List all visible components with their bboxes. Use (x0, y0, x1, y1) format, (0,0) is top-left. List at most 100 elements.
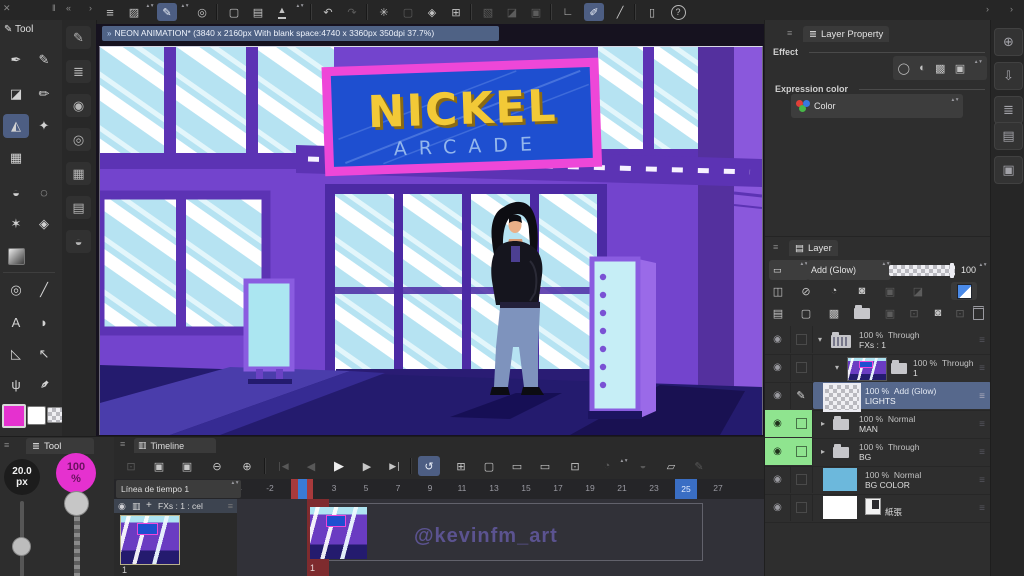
track-visibility-icon[interactable]: ◉ (118, 501, 126, 512)
layer-thumbnail[interactable] (823, 383, 861, 412)
collapse-arrow-icon[interactable]: ▾ (835, 363, 839, 372)
skip-to-end-button[interactable]: ▶∣ (384, 456, 406, 476)
opacity-slider-knob[interactable] (64, 491, 89, 516)
layer-thumbnail[interactable] (847, 357, 887, 381)
clip-studio-icon[interactable]: ◎ (192, 3, 212, 21)
help-button[interactable]: ? (668, 3, 688, 21)
frame-label-25[interactable]: 25 (675, 479, 697, 499)
cel-settings-button[interactable]: ⊡ (564, 456, 586, 476)
draft-checkbox[interactable] (790, 438, 813, 465)
transparent-color-swatch[interactable] (47, 407, 63, 423)
selection-shade-button[interactable]: ◪ (502, 3, 522, 21)
ruler-snap-button[interactable]: ╱ (610, 3, 630, 21)
tool-operation[interactable]: ↖ (31, 342, 57, 366)
expression-color-select[interactable]: Color ▴ ▾ (791, 94, 963, 118)
lock-layer-icon[interactable]: ◙ (853, 282, 871, 300)
tool-polyline[interactable]: ◺ (3, 342, 29, 366)
foreground-color-swatch[interactable] (2, 404, 26, 428)
frame-label-21[interactable]: 21 (606, 483, 638, 493)
chevron-updown-icon[interactable]: ▴ ▾ (979, 262, 987, 279)
canvas-artwork[interactable]: NICKEL NICKEL ARCADE (95, 46, 763, 435)
visibility-toggle[interactable]: ◉ (765, 466, 791, 493)
frame-label-13[interactable]: 13 (478, 483, 510, 493)
layer-color-icon[interactable]: ▣ (955, 62, 965, 75)
chevron-updown-icon[interactable]: ▴ ▾ (296, 3, 304, 20)
ruler-layer-icon[interactable]: ◪ (909, 282, 927, 300)
layer-menu-icon[interactable]: ≡ (979, 475, 985, 486)
new-timeline-button[interactable]: ▣ (148, 456, 170, 476)
close-icon[interactable]: ✕ (3, 3, 11, 14)
tool-auto-select[interactable]: ✶ (3, 212, 29, 236)
playback-start-marker[interactable] (298, 479, 307, 499)
tool-line[interactable]: ╱ (31, 278, 57, 302)
track-menu-icon[interactable]: ≡ (228, 501, 233, 511)
tool-eraser[interactable]: ◪ (3, 82, 29, 106)
chevron-updown-icon[interactable]: ▴ ▾ (146, 3, 154, 20)
layer-menu-icon[interactable]: ≡ (979, 335, 985, 346)
draft-checkbox[interactable] (790, 466, 813, 493)
new-raster-layer-button[interactable]: ▢ (797, 304, 815, 322)
canvas-preview-panel-icon[interactable]: ▣ (994, 156, 1023, 184)
canvas-icon[interactable]: ▨ (124, 3, 144, 21)
new-canvas-button[interactable]: ▢ (224, 3, 244, 21)
frame-label-9[interactable]: 9 (414, 483, 446, 493)
visibility-toggle[interactable]: ◉ (765, 382, 791, 409)
visibility-toggle[interactable]: ◉ (765, 410, 791, 437)
redo-button[interactable]: ↷ (342, 3, 362, 21)
new-folder-button[interactable] (853, 304, 871, 322)
zoom-in-button[interactable]: ⊕ (236, 456, 258, 476)
layer-menu-icon[interactable]: ≡ (979, 363, 985, 374)
animation-cels-panel-icon[interactable]: ▤ (66, 196, 91, 219)
new-layer-settings-button[interactable]: ▩ (825, 304, 843, 322)
tool-eyedropper[interactable]: ✒ (26, 366, 61, 401)
visibility-toggle[interactable]: ◉ (765, 354, 791, 381)
panel-menu-icon[interactable]: ≡ (787, 28, 792, 38)
draft-checkbox[interactable] (790, 326, 813, 353)
light-table-button[interactable]: ◒ (632, 456, 654, 476)
deselect-button[interactable]: ▢ (398, 3, 418, 21)
tool-balloon[interactable]: ◗ (31, 310, 57, 334)
visibility-toggle[interactable]: ◉ (765, 438, 791, 465)
layer-property-panel-icon[interactable]: ≣ (994, 96, 1023, 124)
merge-down-button[interactable]: ▣ (881, 304, 899, 322)
layer-opacity-value[interactable]: 100 (961, 265, 976, 275)
cel-thumbnail-sidebar[interactable] (120, 515, 180, 565)
snap-button[interactable]: ∟ (558, 3, 578, 21)
edit-mode-button[interactable]: ✎ (157, 3, 177, 21)
frame-label-5[interactable]: 5 (350, 483, 382, 493)
tone-effect-icon[interactable]: ◐ (919, 62, 926, 74)
tool-airbrush-selected[interactable]: ◭ (3, 114, 29, 138)
tool-gradient[interactable] (3, 244, 29, 268)
tool-figure[interactable]: ▦ (3, 146, 29, 170)
layer-row-lights-selected[interactable]: ◉ ✎ 100 % Add (Glow) LIGHTS ≡ (765, 382, 991, 412)
new-animation-cel-button[interactable]: ▢ (478, 456, 500, 476)
opacity-badge[interactable]: 100 % (56, 453, 96, 493)
edit-cel-button[interactable]: ✎ (688, 456, 710, 476)
frame-label-19[interactable]: 19 (574, 483, 606, 493)
frame-label-15[interactable]: 15 (510, 483, 542, 493)
layer-row-man[interactable]: ◉ ▸ 100 % Normal MAN ≡ (765, 410, 991, 439)
edit-pen-mark[interactable]: ✎ (790, 382, 813, 409)
layer-list-view-icon[interactable]: ▤ (769, 304, 787, 322)
panel-expand-icon[interactable]: › (1010, 4, 1013, 14)
blend-mode-select[interactable]: Add (Glow) ▴ ▾ (807, 260, 891, 280)
background-color-swatch[interactable] (27, 406, 46, 425)
timeline-selector[interactable]: Línea de tiempo 1 ▴ ▾ (116, 480, 241, 498)
clip-to-layer-icon[interactable]: ◫ (769, 282, 787, 300)
layer-panel-strip-icon[interactable]: ▤ (994, 122, 1023, 150)
frame-label-17[interactable]: 17 (542, 483, 574, 493)
panel-expand-icon[interactable]: › (986, 4, 989, 14)
lock-transparent-icon[interactable]: ⊘ (797, 282, 815, 300)
panel-menu-icon[interactable]: ≡ (773, 242, 778, 252)
expand-arrow-icon[interactable]: ▸ (821, 419, 825, 428)
combine-button[interactable]: ⊡ (905, 304, 923, 322)
document-tab[interactable]: » NEON ANIMATION* (3840 x 2160px With bla… (102, 26, 499, 41)
layer-menu-icon[interactable]: ≡ (979, 447, 985, 458)
chevron-updown-icon[interactable]: ▴ ▾ (620, 458, 628, 475)
open-file-button[interactable]: ▤ (248, 3, 268, 21)
visibility-toggle[interactable]: ◉ (765, 494, 791, 521)
canvas-viewport[interactable]: NICKEL NICKEL ARCADE (95, 24, 764, 436)
companion-mode-button[interactable]: ▯ (642, 3, 662, 21)
delete-layer-button[interactable] (969, 304, 987, 322)
draft-checkbox[interactable] (790, 354, 813, 381)
